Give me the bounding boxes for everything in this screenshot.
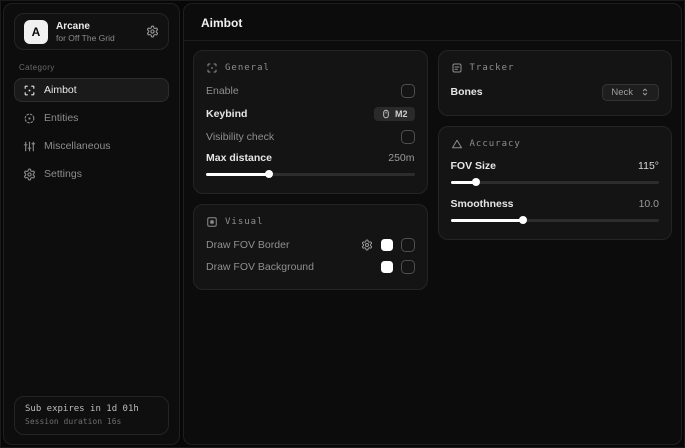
fov-size-label: FOV Size	[451, 160, 497, 172]
gear-icon	[23, 168, 36, 181]
general-card-header: General	[206, 62, 415, 74]
bones-row: Bones Neck	[451, 80, 660, 104]
main-content: General Enable Keybind M2	[184, 41, 681, 299]
visibility-check-row: Visibility check	[206, 126, 415, 148]
draw-fov-background-label: Draw FOV Background	[206, 261, 314, 273]
subscription-expiry-text: Sub expires in 1d 01h	[25, 403, 158, 416]
app-window: A Arcane for Off The Grid Category Aimbo…	[0, 0, 685, 448]
draw-fov-background-controls	[381, 260, 415, 274]
fov-background-color-swatch[interactable]	[381, 261, 393, 273]
tracker-card-header: Tracker	[451, 62, 660, 74]
max-distance-value: 250m	[388, 152, 414, 164]
category-label: Category	[19, 63, 164, 72]
brand-card: A Arcane for Off The Grid	[14, 13, 169, 50]
fov-size-value: 115°	[638, 160, 659, 172]
slider-thumb[interactable]	[265, 170, 273, 178]
accuracy-card: Accuracy FOV Size 115°	[438, 126, 673, 240]
crosshair-icon	[23, 84, 36, 97]
max-distance-label: Max distance	[206, 152, 272, 164]
general-card: General Enable Keybind M2	[193, 50, 428, 194]
sidebar-item-settings[interactable]: Settings	[14, 162, 169, 186]
keybind-value: M2	[395, 109, 408, 119]
slider-track	[206, 173, 415, 176]
draw-fov-border-checkbox[interactable]	[401, 238, 415, 252]
visual-card-header: Visual	[206, 216, 415, 228]
crosshair-icon	[206, 62, 218, 74]
fov-border-color-swatch[interactable]	[381, 239, 393, 251]
max-distance-slider[interactable]	[206, 168, 415, 180]
visual-icon	[206, 216, 218, 228]
main-panel: Aimbot General Enable	[183, 3, 682, 445]
gear-icon[interactable]	[146, 25, 159, 38]
slider-track	[451, 181, 660, 184]
tracker-icon	[451, 62, 463, 74]
triangle-icon	[451, 138, 463, 150]
app-title: Arcane	[56, 21, 138, 33]
slider-fill	[451, 219, 524, 222]
smoothness-value: 10.0	[639, 198, 659, 210]
smoothness-slider[interactable]	[451, 214, 660, 226]
sidebar-item-label: Settings	[44, 168, 82, 180]
visibility-check-checkbox[interactable]	[401, 130, 415, 144]
draw-fov-border-label: Draw FOV Border	[206, 239, 289, 251]
visual-card: Visual Draw FOV Border Draw	[193, 204, 428, 290]
bones-dropdown[interactable]: Neck	[602, 84, 659, 101]
gear-icon[interactable]	[361, 239, 373, 251]
session-duration-text: Session duration 16s	[25, 416, 158, 427]
bones-label: Bones	[451, 86, 483, 98]
left-column: General Enable Keybind M2	[193, 50, 428, 290]
sidebar: A Arcane for Off The Grid Category Aimbo…	[3, 3, 180, 445]
slider-thumb[interactable]	[472, 178, 480, 186]
sidebar-item-label: Entities	[44, 112, 78, 124]
accuracy-card-header: Accuracy	[451, 138, 660, 150]
section-title: Accuracy	[470, 139, 521, 149]
visibility-check-label: Visibility check	[206, 131, 274, 143]
sidebar-item-miscellaneous[interactable]: Miscellaneous	[14, 134, 169, 158]
keybind-label: Keybind	[206, 108, 247, 120]
enable-row: Enable	[206, 80, 415, 102]
app-logo: A	[24, 20, 48, 44]
draw-fov-background-checkbox[interactable]	[401, 260, 415, 274]
sidebar-nav: Aimbot Entities Miscellaneous Settings	[14, 78, 169, 186]
sidebar-item-label: Miscellaneous	[44, 140, 111, 152]
bones-dropdown-value: Neck	[611, 87, 633, 98]
app-subtitle: for Off The Grid	[56, 33, 138, 43]
right-column: Tracker Bones Neck	[438, 50, 673, 240]
unfold-icon	[640, 87, 650, 97]
main-header: Aimbot	[184, 4, 681, 41]
slider-fill	[451, 181, 476, 184]
smoothness-label: Smoothness	[451, 198, 514, 210]
section-title: Tracker	[470, 63, 515, 73]
draw-fov-background-row: Draw FOV Background	[206, 256, 415, 278]
draw-fov-border-row: Draw FOV Border	[206, 234, 415, 256]
fov-size-slider[interactable]	[451, 176, 660, 188]
max-distance-row: Max distance 250m	[206, 148, 415, 168]
sidebar-item-entities[interactable]: Entities	[14, 106, 169, 130]
enable-label: Enable	[206, 85, 239, 97]
mouse-icon	[381, 109, 391, 119]
draw-fov-border-controls	[361, 238, 415, 252]
smoothness-row: Smoothness 10.0	[451, 194, 660, 214]
slider-thumb[interactable]	[519, 216, 527, 224]
sliders-icon	[23, 140, 36, 153]
keybind-button[interactable]: M2	[374, 107, 415, 121]
fov-size-row: FOV Size 115°	[451, 156, 660, 176]
section-title: General	[225, 63, 270, 73]
radar-icon	[23, 112, 36, 125]
tracker-card: Tracker Bones Neck	[438, 50, 673, 116]
page-title: Aimbot	[201, 16, 664, 30]
sidebar-item-aimbot[interactable]: Aimbot	[14, 78, 169, 102]
sidebar-item-label: Aimbot	[44, 84, 77, 96]
section-title: Visual	[225, 217, 264, 227]
enable-checkbox[interactable]	[401, 84, 415, 98]
keybind-row: Keybind M2	[206, 102, 415, 126]
subscription-status-card: Sub expires in 1d 01h Session duration 1…	[14, 396, 169, 435]
slider-fill	[206, 173, 269, 176]
brand-text: Arcane for Off The Grid	[56, 21, 138, 43]
slider-track	[451, 219, 660, 222]
